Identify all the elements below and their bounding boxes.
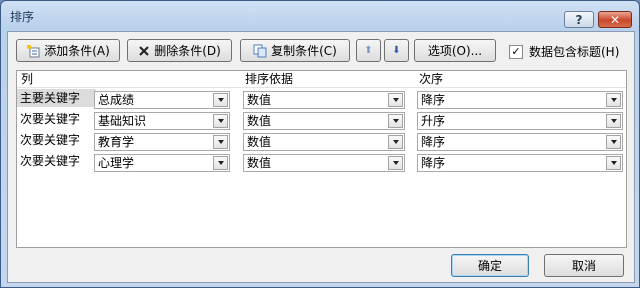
order-select-value: 降序 [421, 156, 446, 170]
header-divider [17, 87, 626, 88]
chevron-down-icon[interactable] [388, 93, 403, 107]
sort-on-select-value: 数值 [247, 93, 272, 107]
order-select[interactable]: 降序 [417, 133, 623, 151]
row-label[interactable]: 次要关键字 [17, 152, 96, 170]
sort-on-select[interactable]: 数值 [243, 154, 405, 172]
chevron-down-icon[interactable] [606, 156, 621, 170]
chevron-down-icon[interactable] [213, 135, 228, 149]
chevron-down-icon[interactable] [606, 93, 621, 107]
delete-condition-button[interactable]: 删除条件(D) [127, 39, 232, 62]
move-up-button[interactable]: ⬆ [356, 39, 381, 62]
chevron-down-icon[interactable] [388, 114, 403, 128]
row-label[interactable]: 次要关键字 [17, 131, 96, 149]
copy-icon [253, 44, 267, 58]
column-select-value: 基础知识 [98, 114, 147, 128]
arrow-down-icon: ⬇ [392, 45, 401, 56]
order-select[interactable]: 降序 [417, 154, 623, 172]
order-select-value: 降序 [421, 93, 446, 107]
order-select-value: 降序 [421, 135, 446, 149]
add-condition-button[interactable]: 添加条件(A) [16, 39, 120, 62]
close-button[interactable]: ✕ [598, 11, 632, 28]
order-header: 次序 [419, 72, 444, 86]
chevron-down-icon[interactable] [388, 156, 403, 170]
column-select-value: 教育学 [98, 135, 135, 149]
dialog-body: 添加条件(A) 删除条件(D) 复制条件(C) ⬆ ⬇ 选项(O)... ✓ 数… [7, 31, 635, 283]
column-select[interactable]: 总成绩 [94, 91, 230, 109]
order-select[interactable]: 升序 [417, 112, 623, 130]
sort-on-select[interactable]: 数值 [243, 133, 405, 151]
ok-button[interactable]: 确定 [451, 254, 529, 277]
sort-on-select-value: 数值 [247, 156, 272, 170]
column-select-value: 心理学 [98, 156, 135, 170]
help-icon: ? [575, 12, 583, 27]
cancel-label: 取消 [571, 259, 596, 273]
header-checkbox-label: 数据包含标题(H) [529, 45, 620, 59]
ok-label: 确定 [477, 259, 502, 273]
column-select[interactable]: 基础知识 [94, 112, 230, 130]
column-select[interactable]: 教育学 [94, 133, 230, 151]
add-condition-label: 添加条件(A) [44, 44, 110, 58]
sort-on-select[interactable]: 数值 [243, 91, 405, 109]
delete-x-icon [138, 45, 150, 57]
sort-criteria-grid: 列 排序依据 次序 主要关键字 总成绩 数值 降序 次要关键字 基础知识 数值 … [16, 70, 627, 248]
arrow-up-icon: ⬆ [364, 45, 373, 56]
chevron-down-icon[interactable] [213, 93, 228, 107]
chevron-down-icon[interactable] [213, 156, 228, 170]
copy-condition-label: 复制条件(C) [271, 44, 337, 58]
close-icon: ✕ [609, 12, 621, 27]
title-bar[interactable]: 排序 ? ✕ [1, 1, 639, 29]
sort-on-select[interactable]: 数值 [243, 112, 405, 130]
move-down-button[interactable]: ⬇ [384, 39, 409, 62]
header-checkbox[interactable]: ✓ 数据包含标题(H) [509, 43, 619, 60]
add-condition-icon [26, 44, 40, 58]
chevron-down-icon[interactable] [388, 135, 403, 149]
sort-on-select-value: 数值 [247, 135, 272, 149]
sort-on-header: 排序依据 [245, 72, 294, 86]
checkbox-check-icon[interactable]: ✓ [509, 44, 523, 59]
options-label: 选项(O)... [427, 44, 483, 58]
dialog-title: 排序 [10, 10, 35, 24]
row-label[interactable]: 次要关键字 [17, 110, 96, 128]
order-select-value: 升序 [421, 114, 446, 128]
help-button[interactable]: ? [564, 11, 594, 28]
chevron-down-icon[interactable] [606, 135, 621, 149]
column-select-value: 总成绩 [98, 93, 135, 107]
sort-on-select-value: 数值 [247, 114, 272, 128]
chevron-down-icon[interactable] [213, 114, 228, 128]
row-label[interactable]: 主要关键字 [17, 89, 96, 107]
cancel-button[interactable]: 取消 [544, 254, 624, 277]
options-button[interactable]: 选项(O)... [414, 39, 496, 62]
delete-condition-label: 删除条件(D) [154, 44, 221, 58]
copy-condition-button[interactable]: 复制条件(C) [240, 39, 350, 62]
column-header: 列 [21, 72, 34, 86]
chevron-down-icon[interactable] [606, 114, 621, 128]
order-select[interactable]: 降序 [417, 91, 623, 109]
sort-dialog: 排序 ? ✕ 添加条件(A) 删除条件(D) 复制条件(C) ⬆ ⬇ 选项(O)… [0, 0, 640, 288]
column-select[interactable]: 心理学 [94, 154, 230, 172]
